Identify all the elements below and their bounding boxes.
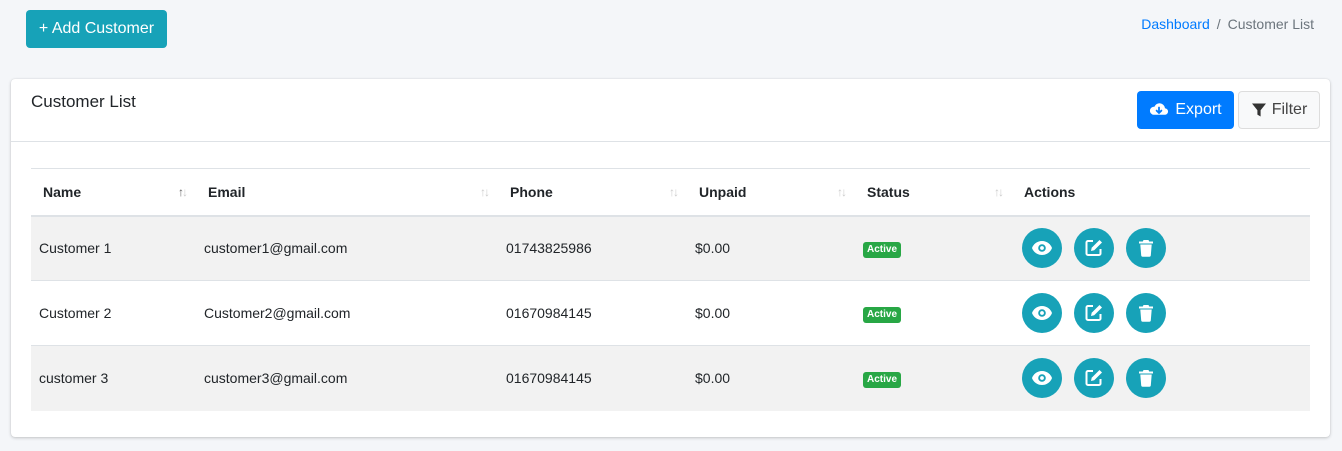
sort-arrows-icon: ↑↓: [994, 184, 1004, 199]
sort-arrows-icon: ↑↓: [669, 184, 679, 199]
eye-icon: [1032, 241, 1052, 256]
customer-table: Name ↑↓ Email ↑↓ Phone ↑↓ Unpaid ↑↓ Status ↑↓…: [31, 168, 1310, 411]
breadcrumb-current: Customer List: [1227, 16, 1314, 32]
customer-email: customer3@gmail.com: [204, 370, 348, 387]
edit-icon: [1085, 305, 1102, 321]
row-actions: [1020, 358, 1310, 399]
card-title: Customer List: [31, 92, 136, 111]
view-button[interactable]: [1022, 358, 1062, 399]
row-actions: [1020, 293, 1310, 333]
edit-button[interactable]: [1074, 358, 1114, 399]
edit-button[interactable]: [1074, 293, 1114, 333]
column-header-name[interactable]: Name ↑↓: [31, 169, 196, 216]
export-label: Export: [1175, 101, 1222, 118]
delete-button[interactable]: [1126, 358, 1166, 399]
sort-arrows-icon: ↑↓: [480, 184, 490, 199]
breadcrumb-separator: /: [1216, 16, 1221, 32]
trash-icon: [1139, 240, 1153, 257]
column-header-status[interactable]: Status ↑↓: [855, 169, 1012, 216]
edit-icon: [1085, 370, 1102, 387]
status-badge: Active: [863, 241, 902, 258]
trash-icon: [1139, 370, 1153, 387]
cloud-download-icon: [1150, 103, 1169, 115]
funnel-icon: [1251, 103, 1266, 117]
edit-icon: [1085, 240, 1102, 257]
table-header-row: Name ↑↓ Email ↑↓ Phone ↑↓ Unpaid ↑↓ Status ↑↓…: [31, 168, 1310, 216]
customer-unpaid: $0.00: [695, 305, 731, 321]
sort-arrows-icon: ↑↓: [837, 184, 847, 199]
sort-arrows-icon: ↑↓: [178, 184, 188, 199]
customer-name: Customer 2: [39, 305, 112, 321]
trash-icon: [1139, 305, 1153, 322]
eye-icon: [1032, 306, 1052, 320]
customer-email: Customer2@gmail.com: [204, 305, 351, 321]
edit-button[interactable]: [1074, 228, 1114, 269]
column-header-phone[interactable]: Phone ↑↓: [498, 169, 687, 216]
customer-phone: 01670984145: [506, 370, 592, 387]
customer-phone: 01743825986: [506, 240, 592, 257]
customer-name: customer 3: [39, 370, 109, 387]
table-row: customer 3 customer3@gmail.com 016709841…: [31, 345, 1310, 411]
column-header-unpaid[interactable]: Unpaid ↑↓: [687, 169, 855, 216]
card-header: Customer List Export Filter: [11, 79, 1330, 142]
customer-phone: 01670984145: [506, 305, 592, 321]
customer-list-card: Customer List Export Filter Name ↑↓ Email…: [11, 79, 1330, 437]
filter-label: Filter: [1271, 101, 1308, 118]
column-header-email[interactable]: Email ↑↓: [196, 169, 498, 216]
status-badge: Active: [863, 306, 902, 323]
view-button[interactable]: [1022, 293, 1062, 333]
table-row: Customer 2 Customer2@gmail.com 016709841…: [31, 281, 1310, 346]
row-actions: [1020, 228, 1310, 269]
customer-unpaid: $0.00: [695, 240, 731, 257]
add-customer-button[interactable]: + Add Customer: [26, 10, 167, 48]
eye-icon: [1032, 371, 1052, 386]
customer-unpaid: $0.00: [695, 370, 731, 387]
delete-button[interactable]: [1126, 293, 1166, 333]
breadcrumb-dashboard-link[interactable]: Dashboard: [1141, 16, 1210, 32]
delete-button[interactable]: [1126, 228, 1166, 269]
customer-name: Customer 1: [39, 240, 112, 257]
status-badge: Active: [863, 371, 902, 388]
breadcrumb: Dashboard / Customer List: [1141, 16, 1314, 32]
table-row: Customer 1 customer1@gmail.com 017438259…: [31, 215, 1310, 281]
column-header-actions: Actions: [1024, 183, 1076, 200]
view-button[interactable]: [1022, 228, 1062, 269]
customer-email: customer1@gmail.com: [204, 240, 348, 257]
export-button[interactable]: Export: [1137, 91, 1234, 129]
filter-button[interactable]: Filter: [1238, 91, 1320, 129]
